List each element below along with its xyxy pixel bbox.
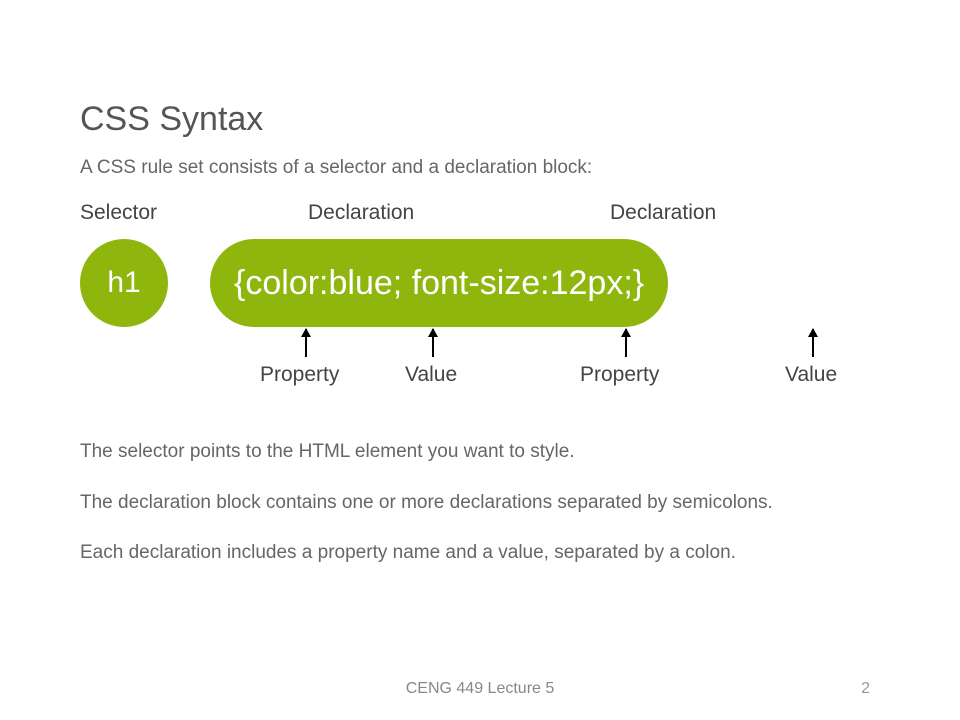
footer-text: CENG 449 Lecture 5	[0, 680, 960, 698]
paragraph-1: The selector points to the HTML element …	[80, 439, 920, 466]
label-declaration-2: Declaration	[610, 201, 716, 225]
slide: CSS Syntax A CSS rule set consists of a …	[80, 100, 920, 591]
declaration-pill: {color:blue; font-size:12px;}	[210, 239, 668, 327]
page-title: CSS Syntax	[80, 100, 920, 139]
label-value-2: Value	[785, 363, 837, 387]
arrow-icon	[432, 329, 434, 357]
paragraph-3: Each declaration includes a property nam…	[80, 540, 920, 567]
label-value-1: Value	[405, 363, 457, 387]
page-number: 2	[861, 680, 870, 698]
label-property-1: Property	[260, 363, 339, 387]
intro-text: A CSS rule set consists of a selector an…	[80, 157, 920, 179]
paragraph-2: The declaration block contains one or mo…	[80, 490, 920, 517]
css-syntax-diagram: Selector Declaration Declaration h1 {col…	[80, 201, 910, 411]
selector-bubble: h1	[80, 239, 168, 327]
arrow-icon	[305, 329, 307, 357]
label-property-2: Property	[580, 363, 659, 387]
arrow-icon	[812, 329, 814, 357]
arrow-icon	[625, 329, 627, 357]
label-selector: Selector	[80, 201, 157, 225]
label-declaration-1: Declaration	[308, 201, 414, 225]
